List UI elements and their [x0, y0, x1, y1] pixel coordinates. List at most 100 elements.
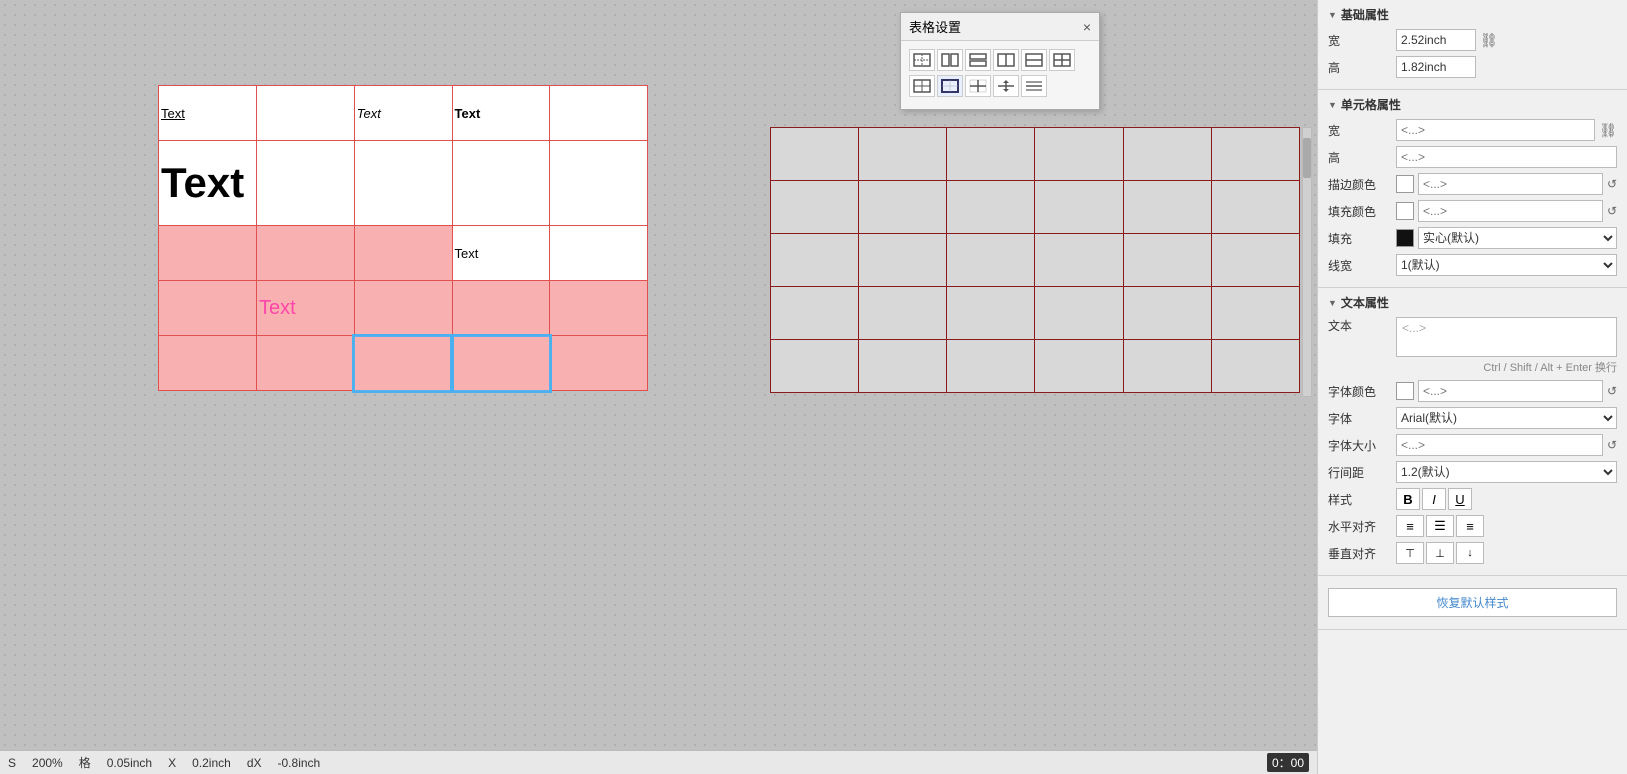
table-cell[interactable] — [859, 234, 947, 287]
table-cell[interactable] — [256, 226, 354, 281]
font-color-input[interactable] — [1418, 380, 1603, 402]
border-color-input[interactable] — [1418, 173, 1603, 195]
table-cell[interactable] — [1211, 128, 1299, 181]
table-cell[interactable] — [256, 336, 354, 391]
split-hv-icon[interactable] — [1049, 49, 1075, 71]
font-face-select[interactable]: Arial(默认) — [1396, 407, 1617, 429]
align-middle-button[interactable]: ⊥ — [1426, 542, 1454, 564]
canvas-area[interactable]: 表格设置 × — [0, 0, 1317, 774]
table-cell[interactable] — [1035, 234, 1123, 287]
font-color-swatch[interactable] — [1396, 382, 1414, 400]
table-cell[interactable] — [1211, 181, 1299, 234]
table-cell[interactable] — [947, 287, 1035, 340]
table-cell[interactable] — [1123, 234, 1211, 287]
border-outer-icon[interactable] — [937, 75, 963, 97]
restore-default-button[interactable]: 恢复默认样式 — [1328, 588, 1617, 617]
table-cell[interactable] — [159, 336, 257, 391]
table-cell[interactable] — [947, 340, 1035, 393]
table-cell[interactable] — [550, 336, 648, 391]
font-size-refresh-icon[interactable]: ↺ — [1607, 438, 1617, 452]
table-cell[interactable] — [771, 287, 859, 340]
table-cell[interactable] — [1211, 287, 1299, 340]
table-cell[interactable]: Text — [452, 86, 550, 141]
table-cell[interactable] — [452, 141, 550, 226]
table-cell-selected[interactable] — [452, 336, 550, 391]
table-cell[interactable] — [1035, 340, 1123, 393]
table-cell[interactable] — [859, 340, 947, 393]
table-cell[interactable]: Text — [354, 86, 452, 141]
table-cell[interactable]: Text — [159, 86, 257, 141]
table-cell[interactable] — [1123, 128, 1211, 181]
table-cell[interactable]: Text — [256, 281, 354, 336]
resize-link-icon[interactable]: ⛓ — [1480, 32, 1498, 49]
table-cell[interactable] — [354, 141, 452, 226]
align-hcenter-icon[interactable] — [1021, 75, 1047, 97]
fill-style-select[interactable]: 实心(默认) — [1418, 227, 1617, 249]
height-input[interactable] — [1396, 56, 1476, 78]
border-color-swatch[interactable] — [1396, 175, 1414, 193]
cell-width-input[interactable] — [1396, 119, 1595, 141]
font-color-refresh-icon[interactable]: ↺ — [1607, 384, 1617, 398]
table-cell[interactable] — [1123, 181, 1211, 234]
vertical-scrollbar[interactable] — [1302, 127, 1312, 397]
table-cell[interactable] — [771, 181, 859, 234]
table-cell[interactable] — [947, 181, 1035, 234]
table-cell[interactable] — [354, 281, 452, 336]
table-cell[interactable] — [1123, 287, 1211, 340]
line-height-select[interactable]: 1.2(默认) — [1396, 461, 1617, 483]
width-input[interactable] — [1396, 29, 1476, 51]
cell-height-input[interactable] — [1396, 146, 1617, 168]
scroll-thumb[interactable] — [1303, 138, 1311, 178]
fill-color-swatch[interactable] — [1396, 202, 1414, 220]
main-table-container[interactable]: Text Text Text Text — [158, 85, 648, 392]
split-v-icon[interactable] — [1021, 49, 1047, 71]
align-vcenter-icon[interactable] — [993, 75, 1019, 97]
border-all-icon[interactable] — [909, 75, 935, 97]
merge-v-icon[interactable] — [965, 49, 991, 71]
align-bottom-button[interactable]: ↓ — [1456, 542, 1484, 564]
table-cell[interactable] — [159, 226, 257, 281]
border-color-refresh-icon[interactable]: ↺ — [1607, 177, 1617, 191]
table-cell[interactable] — [771, 234, 859, 287]
table-cell[interactable] — [256, 141, 354, 226]
main-table[interactable]: Text Text Text Text — [158, 85, 648, 392]
table-cell[interactable] — [1123, 340, 1211, 393]
align-left-button[interactable]: ≡ — [1396, 515, 1424, 537]
table-cell[interactable]: Text — [452, 226, 550, 281]
line-width-select[interactable]: 1(默认) — [1396, 254, 1617, 276]
table-cell[interactable] — [1035, 128, 1123, 181]
align-right-button[interactable]: ≡ — [1456, 515, 1484, 537]
table-cell[interactable] — [771, 340, 859, 393]
table-cell[interactable] — [256, 86, 354, 141]
text-input[interactable]: <...> — [1396, 317, 1617, 357]
align-center-button[interactable]: ☰ — [1426, 515, 1454, 537]
table-cell[interactable] — [771, 128, 859, 181]
merge-h-icon[interactable] — [937, 49, 963, 71]
bold-button[interactable]: B — [1396, 488, 1420, 510]
fill-color-input[interactable] — [1418, 200, 1603, 222]
fill-style-swatch[interactable] — [1396, 229, 1414, 247]
table-cell[interactable] — [452, 281, 550, 336]
align-top-button[interactable]: ⊤ — [1396, 542, 1424, 564]
secondary-table[interactable] — [770, 127, 1300, 393]
table-cell[interactable] — [947, 234, 1035, 287]
table-cell[interactable] — [859, 181, 947, 234]
table-cell[interactable] — [159, 281, 257, 336]
table-cell[interactable] — [1211, 340, 1299, 393]
table-cell[interactable] — [550, 86, 648, 141]
table-cell[interactable] — [1035, 181, 1123, 234]
table-cell[interactable] — [947, 128, 1035, 181]
table-cell[interactable] — [859, 128, 947, 181]
table-cell[interactable] — [1035, 287, 1123, 340]
border-inner-icon[interactable] — [965, 75, 991, 97]
fill-color-refresh-icon[interactable]: ↺ — [1607, 204, 1617, 218]
secondary-table-container[interactable] — [770, 127, 1300, 393]
table-cell[interactable]: Text — [159, 141, 257, 226]
cell-resize-link-icon[interactable]: ⛓ — [1599, 122, 1617, 139]
table-cell[interactable] — [550, 226, 648, 281]
table-cell[interactable] — [550, 281, 648, 336]
table-cell[interactable] — [859, 287, 947, 340]
dialog-close-button[interactable]: × — [1083, 20, 1091, 34]
table-cell[interactable] — [354, 226, 452, 281]
split-h-icon[interactable] — [993, 49, 1019, 71]
